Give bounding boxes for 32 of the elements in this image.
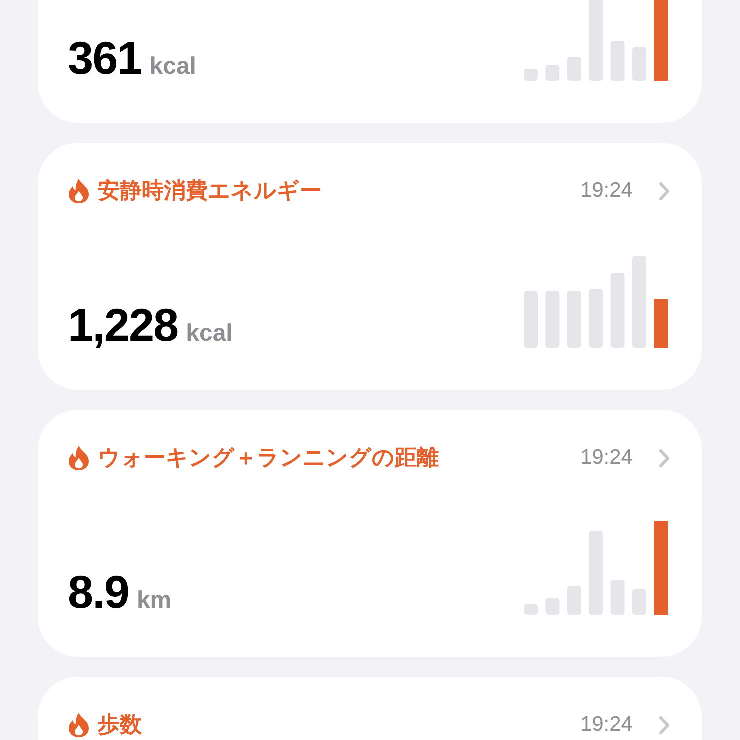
card-title: ウォーキング＋ランニングの距離: [98, 444, 440, 472]
chart-bar: [589, 289, 604, 348]
chart-bar: [524, 69, 538, 81]
chart-bar: [546, 598, 560, 615]
chevron-right-icon[interactable]: [659, 182, 670, 200]
metric-value: 8.9: [68, 569, 129, 615]
chart-bar: [567, 586, 582, 615]
unit-label: kcal: [150, 53, 196, 81]
chart-bar: [654, 299, 668, 348]
card-title: 歩数: [98, 711, 143, 739]
chart-bar: [524, 604, 538, 615]
flame-icon: [68, 445, 90, 471]
time-label: 19:24: [580, 713, 633, 737]
metric-value: 1,228: [68, 302, 178, 348]
chart-bar: [610, 41, 625, 81]
chart-bar: [632, 47, 646, 81]
time-label: 19:24: [580, 446, 633, 470]
chart-bar: [632, 589, 646, 615]
chart-bar: [546, 65, 560, 81]
chart-bar: [524, 291, 538, 348]
unit-label: km: [136, 587, 172, 615]
card-title: 安静時消費エネルギー: [98, 177, 323, 205]
chart-bar: [546, 291, 560, 348]
chart-bar: [567, 57, 582, 81]
time-label: 19:24: [580, 179, 633, 203]
metric-value: 361: [68, 35, 142, 81]
chart-bar: [610, 580, 625, 615]
chevron-right-icon[interactable]: [659, 448, 670, 468]
flame-icon: [68, 178, 90, 204]
unit-label: kcal: [186, 320, 233, 348]
chart-bar: [567, 291, 582, 348]
chevron-right-icon[interactable]: [659, 716, 670, 734]
